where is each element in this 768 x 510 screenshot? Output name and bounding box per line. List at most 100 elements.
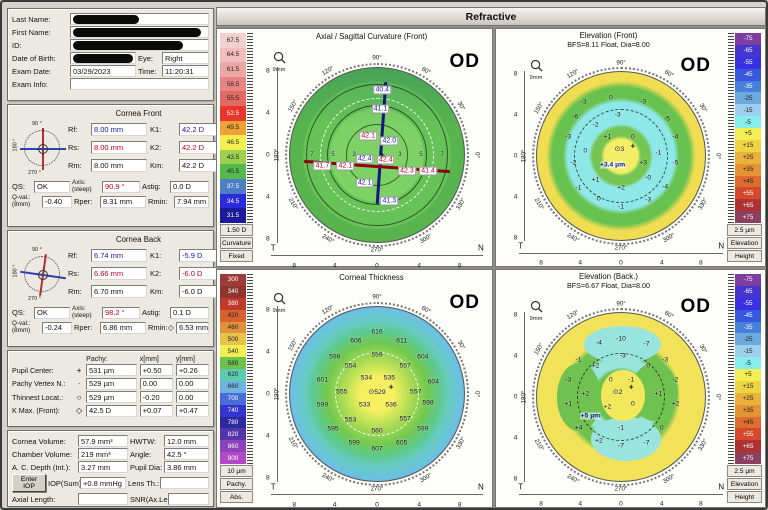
x-coordinate-value[interactable]: +0.07 — [140, 405, 173, 417]
y-coordinate-value[interactable]: 0.00 — [176, 378, 209, 390]
elevation-value-label: +2 — [595, 438, 603, 445]
angle-label: 270° — [371, 486, 384, 493]
ac-depth-value[interactable]: 3.27 mm — [78, 461, 128, 473]
rmin-value[interactable]: 6.53 mm — [176, 322, 209, 334]
axial-length-value[interactable] — [78, 493, 128, 505]
horizontal-axis-tick: 4 — [660, 501, 664, 508]
dob-input[interactable] — [70, 52, 136, 64]
angle-label: 150° — [533, 342, 545, 357]
y-column-header: y[mm] — [176, 356, 209, 363]
id-input[interactable] — [70, 39, 209, 51]
elevation-value-label: -7 — [643, 439, 649, 446]
astig-label: Astig: — [142, 308, 168, 317]
scale-cell: 52.5 — [220, 106, 246, 121]
scale-footer-button[interactable]: 10 µm — [220, 465, 253, 477]
astig-value[interactable]: 0.0 D — [170, 181, 209, 193]
gauge-90-label: 90 ° — [32, 121, 42, 127]
eye-input[interactable]: Right — [162, 52, 209, 64]
y-coordinate-value[interactable]: 0.00 — [176, 391, 209, 403]
cornea-volume-value[interactable]: 57.9 mm³ — [78, 435, 128, 447]
pachy-value[interactable]: 531 µm — [86, 364, 137, 376]
k2-label: K2: — [150, 143, 176, 152]
qs-value[interactable]: OK — [34, 307, 70, 319]
rm-value[interactable]: 8.00 mm — [91, 159, 147, 172]
x-coordinate-value[interactable]: +0.50 — [140, 364, 173, 376]
qval-value[interactable]: -0.24 — [42, 322, 72, 334]
axis-steep-value[interactable]: 90.9 ° — [102, 181, 140, 193]
rf-value[interactable]: 8.00 mm — [91, 123, 147, 136]
rm-value[interactable]: 6.70 mm — [91, 285, 147, 298]
x-coordinate-value[interactable]: 0.00 — [140, 378, 173, 390]
vertical-axis-tick: 4 — [266, 348, 270, 355]
astig-value[interactable]: 0.1 D — [170, 307, 209, 319]
iop-sum-value[interactable]: +0.8 mmHg — [80, 477, 126, 489]
rf-value[interactable]: 6.74 mm — [91, 249, 147, 262]
pachy-value[interactable]: 529 µm — [86, 378, 137, 390]
scale-footer-button[interactable]: 1.50 D — [220, 224, 253, 236]
qs-value[interactable]: OK — [34, 181, 70, 193]
scale-footer-button[interactable]: Height — [727, 250, 762, 262]
qval-value[interactable]: -0.40 — [42, 196, 72, 208]
elevation-value-label: 0 — [609, 377, 613, 384]
chamber-volume-value[interactable]: 219 mm³ — [78, 448, 128, 460]
rs-value[interactable]: 8.00 mm — [91, 141, 147, 154]
scale-footer-button[interactable]: Elevation — [727, 237, 762, 249]
scale-cell: 49.5 — [220, 121, 246, 136]
scale-footer-button[interactable]: Curvature — [220, 237, 253, 249]
angle-value[interactable]: 42.5 ° — [164, 448, 209, 460]
rmin-value[interactable]: 7.94 mm — [174, 196, 209, 208]
nasal-label: N — [478, 244, 484, 253]
angle-label: 240° — [566, 231, 581, 243]
magnifier-9mm-icon[interactable]: 9mm — [269, 51, 289, 73]
snr-value[interactable] — [168, 493, 209, 505]
rs-label: Rs: — [68, 269, 88, 278]
patient-info-panel: Last Name: First Name: ID: Date of Birth… — [7, 8, 214, 101]
elevation-front-map-panel: Elevation (Front) BFS=8.11 Float, Dia=8.… — [495, 28, 766, 267]
y-coordinate-value[interactable]: +0.26 — [176, 364, 209, 376]
gauge-270-label: 270 ° — [28, 296, 41, 302]
axis-steep-value[interactable]: 98.2 ° — [102, 307, 140, 319]
last-name-input[interactable] — [70, 13, 209, 25]
pupil-dia-value[interactable]: 3.86 mm — [164, 461, 209, 473]
magnifier-9mm-icon[interactable]: 9mm — [269, 292, 289, 314]
cornea-front-axis-gauge: 90 ° 270 ° 180 ° — [12, 120, 68, 178]
scale-footer-button[interactable]: Fixed — [220, 250, 253, 262]
rper-value[interactable]: 8.31 mm — [100, 196, 146, 208]
astig-label: Astig: — [142, 182, 168, 191]
thickness-value-label: 559 — [371, 352, 382, 359]
pachy-row-label: Thinnest Locat.: — [12, 393, 72, 402]
rs-value[interactable]: 6.66 mm — [91, 267, 147, 280]
scale-footer-button[interactable]: Elevation — [727, 478, 762, 490]
scale-footer-button[interactable]: Abs. — [220, 491, 253, 503]
vertical-axis-tick: 8 — [514, 234, 518, 241]
scale-footer-button[interactable]: 2.5 µm — [727, 465, 762, 477]
x-coordinate-value[interactable]: -0.20 — [140, 391, 173, 403]
exam-date-input[interactable]: 03/29/2023 — [70, 65, 136, 77]
pachy-value[interactable]: 529 µm — [86, 391, 137, 403]
exam-info-input[interactable] — [70, 78, 209, 90]
hwtw-value[interactable]: 12.0 mm — [164, 435, 209, 447]
thickness-value-label: 557 — [399, 415, 410, 422]
pachy-row-marker-icon: + — [75, 366, 83, 375]
scale-cell: 58.5 — [220, 77, 246, 92]
pachy-row: Thinnest Locat.: ○ 529 µm -0.20 0.00 — [12, 391, 209, 403]
curvature-value-label: 40.4 — [373, 85, 391, 94]
temporal-label: T — [518, 483, 523, 492]
cornea-volume-label: Cornea Volume: — [12, 437, 76, 446]
curvature-map-panel: 67.564.561.558.555.552.549.546.543.540.5… — [216, 28, 493, 267]
enter-iop-button[interactable]: Enter IOP — [12, 474, 46, 492]
first-name-input[interactable] — [70, 26, 209, 38]
horizontal-axis-tick: 0 — [375, 501, 379, 508]
scale-footer-button[interactable]: 2.5 µm — [727, 224, 762, 236]
scale-footer-button[interactable]: Height — [727, 491, 762, 503]
rper-value[interactable]: 6.86 mm — [100, 322, 146, 334]
scale-cell: +25 — [735, 152, 761, 164]
thickness-value-label: 604 — [428, 378, 439, 385]
time-input[interactable]: 11:20:31 — [162, 65, 209, 77]
y-coordinate-value[interactable]: +0.47 — [176, 405, 209, 417]
elevation-value-label: -3 — [565, 377, 571, 384]
scale-footer-button[interactable]: Pachy. — [220, 478, 253, 490]
pachy-value[interactable]: 42.5 D — [86, 405, 137, 417]
angle-label: 150° — [286, 98, 298, 113]
lens-thickness-value[interactable] — [160, 477, 209, 489]
